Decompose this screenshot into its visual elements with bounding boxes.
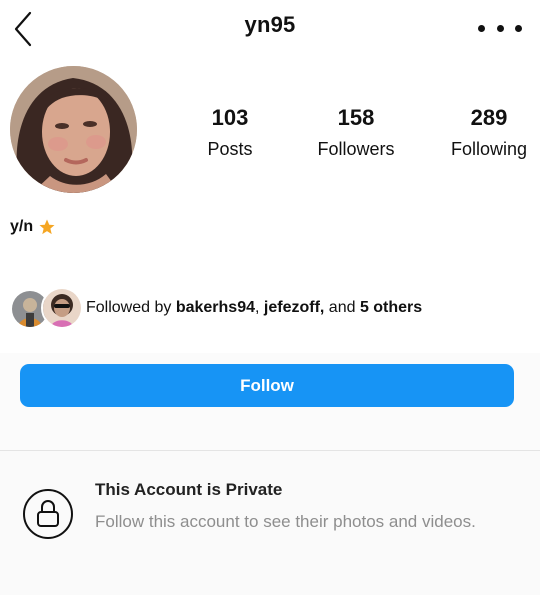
followers-stat[interactable]: 158 Followers [296,104,416,161]
avatar-image [10,66,137,193]
star-icon [39,219,55,235]
posts-count: 103 [211,105,249,130]
mutual-others-link[interactable]: 5 others [360,299,422,316]
more-horizontal-icon [478,24,485,32]
display-name: y/n [10,218,56,236]
followers-label: Followers [317,139,395,159]
display-name-text: y/n [10,218,34,235]
posts-label: Posts [207,139,253,159]
mutual-user-link[interactable]: bakerhs94 [176,299,255,316]
page-title: yn95 [244,12,296,37]
more-options-button[interactable] [478,18,522,38]
following-stat[interactable]: 289 Following [429,104,540,161]
private-title: This Account is Private [95,480,283,499]
following-label: Following [450,139,528,159]
mutual-user-link[interactable]: jefezoff, [264,299,324,316]
mutual-follower-avatar[interactable] [41,287,83,329]
followers-count: 158 [337,105,375,130]
lock-icon-container [23,489,73,539]
following-count: 289 [470,105,508,130]
profile-avatar[interactable] [10,66,137,193]
lock-icon [37,500,59,527]
followed-by-text[interactable]: Followed by bakerhs94, jefezoff, and 5 o… [86,299,422,317]
private-description: Follow this account to see their photos … [95,512,476,531]
posts-stat: 103 Posts [170,104,290,161]
follow-button[interactable]: Follow [20,364,514,407]
